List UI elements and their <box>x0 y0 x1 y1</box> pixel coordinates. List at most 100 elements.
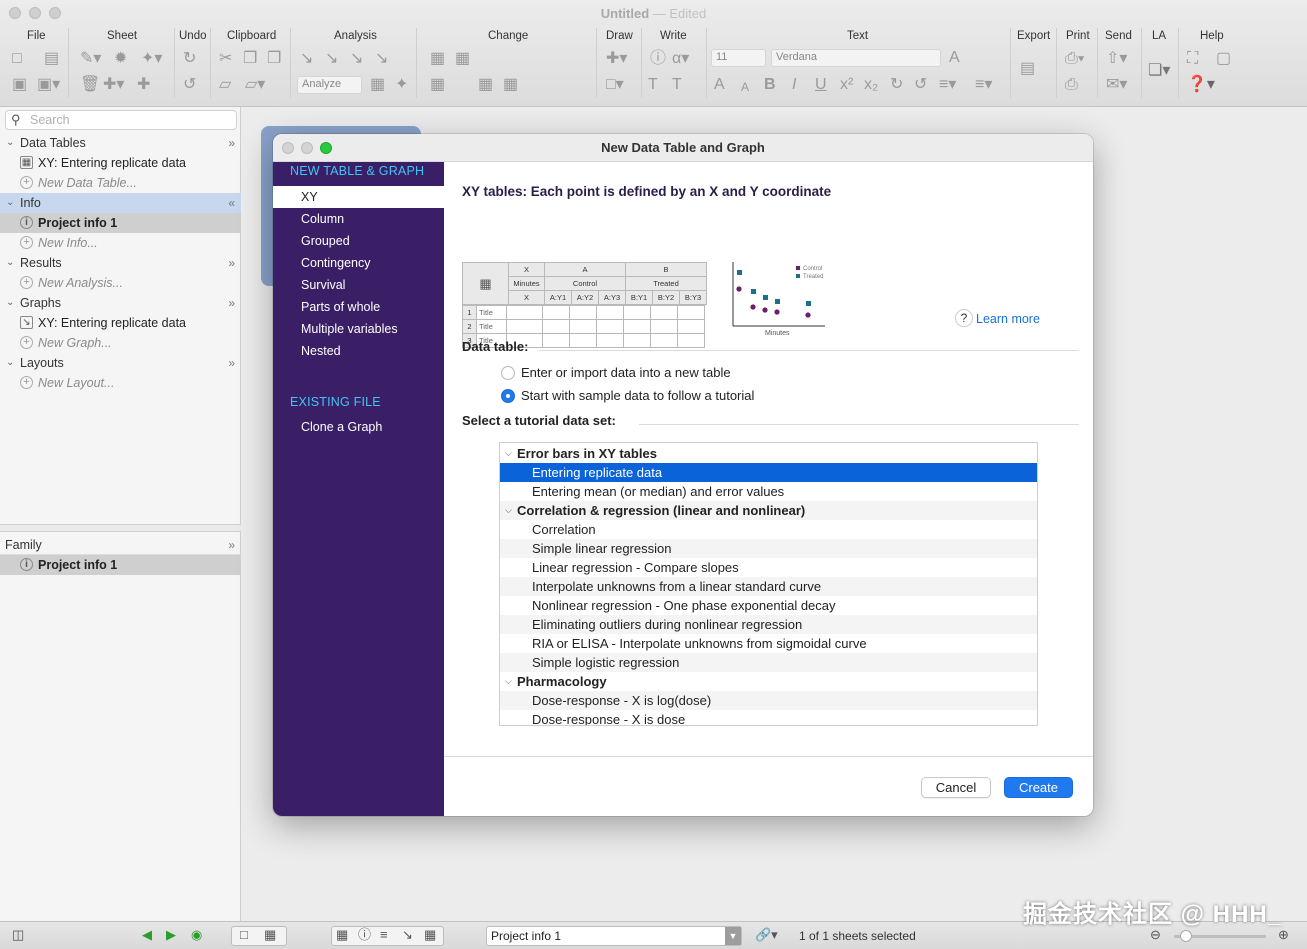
new-layout-link[interactable]: + New Layout... <box>0 373 241 393</box>
disclosure-triangle-icon[interactable]: ⌵ <box>505 501 512 520</box>
open-file-icon[interactable]: ▤ <box>44 50 59 68</box>
disclosure-triangle-icon[interactable]: ⌵ <box>505 444 512 463</box>
new-analysis-link[interactable]: + New Analysis... <box>0 273 241 293</box>
sidebar-item-project-info[interactable]: i Project info 1 <box>0 213 241 233</box>
section-data-tables[interactable]: ⌄ Data Tables » <box>0 133 241 153</box>
type-xy[interactable]: XY <box>273 186 444 208</box>
new-data-table-link[interactable]: + New Data Table... <box>0 173 241 193</box>
paste-special-icon[interactable]: ▱ <box>219 76 231 94</box>
delete-sheet-icon[interactable]: 🗑 <box>80 76 100 94</box>
zoom-slider-thumb[interactable] <box>1180 930 1192 942</box>
type-multiple-variables[interactable]: Multiple variables <box>273 318 444 340</box>
pane-splitter[interactable] <box>0 524 241 532</box>
format-icon[interactable]: ▦ <box>455 50 470 68</box>
text-t2-icon[interactable]: T <box>672 76 682 94</box>
align-icon[interactable]: ≡▾ <box>939 76 956 94</box>
wand-icon[interactable]: ✦ <box>395 76 408 94</box>
section-info[interactable]: ⌄ Info « <box>0 193 241 213</box>
change-icon[interactable]: ▦ <box>430 50 445 68</box>
tutorial-item[interactable]: Correlation <box>500 520 1037 539</box>
zoom-slider[interactable] <box>1174 930 1266 942</box>
tutorial-item[interactable]: Entering replicate data <box>500 463 1037 482</box>
cancel-button[interactable]: Cancel <box>921 777 991 798</box>
layout-icon[interactable]: ▦ <box>430 76 445 94</box>
analyze-button[interactable]: Analyze <box>297 76 362 94</box>
alpha-icon[interactable]: α▾ <box>672 50 689 68</box>
table-icon[interactable]: ▦ <box>370 76 385 94</box>
expand-icon[interactable]: » <box>228 535 235 555</box>
italic-icon[interactable]: I <box>792 76 796 94</box>
next-sheet-icon[interactable]: ▶ <box>166 928 176 942</box>
new-info-link[interactable]: + New Info... <box>0 233 241 253</box>
gallery-view-icon[interactable]: ▦ <box>264 928 276 942</box>
sheet-view-icon[interactable]: □ <box>240 928 248 942</box>
search-input[interactable]: ⚲ Search <box>5 110 237 130</box>
chart-icon[interactable]: ↘ <box>350 50 363 68</box>
tutorial-item[interactable]: Interpolate unknowns from a linear stand… <box>500 577 1037 596</box>
cut-icon[interactable]: ✂ <box>219 50 232 68</box>
undo-icon[interactable]: ↺ <box>183 76 196 94</box>
sheet-settings-icon[interactable]: ✹ <box>114 50 127 68</box>
rotate-text-icon[interactable]: ↻ <box>890 76 903 94</box>
sidebar-item-data-table[interactable]: ▦ XY: Entering replicate data <box>0 153 241 173</box>
sidebar-item-graph[interactable]: ↘ XY: Entering replicate data <box>0 313 241 333</box>
tutorial-group[interactable]: ⌵ Error bars in XY tables <box>500 444 1037 463</box>
magic-wand-icon[interactable]: ✦▾ <box>141 50 162 68</box>
font-name-select[interactable]: Verdana <box>771 49 941 67</box>
bars-icon[interactable]: ▦ <box>478 76 493 94</box>
font-smaller-icon[interactable]: A <box>741 78 749 96</box>
tutorial-item[interactable]: RIA or ELISA - Interpolate unknowns from… <box>500 634 1037 653</box>
link-icon[interactable]: 🔗▾ <box>755 928 778 942</box>
learn-icon[interactable]: ⛶ <box>1187 50 1198 68</box>
zoom-in-icon[interactable]: ⊕ <box>1278 928 1289 942</box>
frame-icon[interactable]: ▦ <box>503 76 518 94</box>
tutorial-item[interactable]: Nonlinear regression - One phase exponen… <box>500 596 1037 615</box>
data-table-tab-icon[interactable]: ▦ <box>336 928 348 942</box>
tutorial-item[interactable]: Entering mean (or median) and error valu… <box>500 482 1037 501</box>
zoom-out-icon[interactable]: ⊖ <box>1150 928 1161 942</box>
layout-tab-icon[interactable]: ▦ <box>424 928 436 942</box>
section-family[interactable]: Family » <box>0 535 241 555</box>
new-graph-link[interactable]: + New Graph... <box>0 333 241 353</box>
new-file-icon[interactable]: □ <box>12 50 22 68</box>
new-sheet-icon[interactable]: ✎▾ <box>80 50 101 68</box>
expand-icon[interactable]: » <box>228 353 235 373</box>
line-spacing-icon[interactable]: ≡▾ <box>975 76 992 94</box>
save-as-icon[interactable]: ▣▾ <box>37 76 60 94</box>
print-settings-icon[interactable]: ⎙ <box>1065 76 1078 94</box>
tutorial-group[interactable]: ⌵ Correlation & regression (linear and no… <box>500 501 1037 520</box>
tutorial-item[interactable]: Simple linear regression <box>500 539 1037 558</box>
info-tab-icon[interactable]: ⓘ <box>358 928 371 942</box>
help-icon[interactable]: ❓▾ <box>1187 76 1215 94</box>
disclosure-triangle-icon[interactable]: ⌵ <box>505 672 512 691</box>
save-icon[interactable]: ▣ <box>12 76 27 94</box>
learn-more-link[interactable]: ? Learn more <box>955 309 1040 327</box>
add-sheet-icon[interactable]: ✚▾ <box>103 76 124 94</box>
previous-sheet-icon[interactable]: ◀ <box>142 928 152 942</box>
graph-icon[interactable]: ↘ <box>300 50 313 68</box>
tutorial-item[interactable]: Linear regression - Compare slopes <box>500 558 1037 577</box>
expand-icon[interactable]: » <box>228 253 235 273</box>
sidebar-toggle-icon[interactable]: ◫ <box>12 928 24 942</box>
section-layouts[interactable]: ⌄ Layouts » <box>0 353 241 373</box>
print-icon[interactable]: ⎙▾ <box>1065 50 1085 68</box>
redo-icon[interactable]: ↻ <box>183 50 196 68</box>
tutorial-group[interactable]: ⌵ Pharmacology <box>500 672 1037 691</box>
sheet-select[interactable]: Project info 1 ▼ <box>486 926 742 946</box>
go-to-sheet-icon[interactable]: ◉ <box>191 928 202 942</box>
section-graphs[interactable]: ⌄ Graphs » <box>0 293 241 313</box>
create-button[interactable]: Create <box>1004 777 1073 798</box>
tutorial-list[interactable]: ⌵ Error bars in XY tables Entering replica… <box>499 442 1038 726</box>
font-bigger-icon[interactable]: A <box>714 76 725 94</box>
la-cube-icon[interactable]: ❏▾ <box>1148 62 1170 80</box>
radio-button[interactable] <box>501 366 515 380</box>
section-results[interactable]: ⌄ Results » <box>0 253 241 273</box>
tutorial-item[interactable]: Dose-response - X is log(dose) <box>500 691 1037 710</box>
type-parts-of-whole[interactable]: Parts of whole <box>273 296 444 318</box>
type-survival[interactable]: Survival <box>273 274 444 296</box>
help-pane-icon[interactable]: ▢ <box>1216 50 1231 68</box>
superscript-icon[interactable]: x² <box>840 76 853 94</box>
trend-icon[interactable]: ↘ <box>325 50 338 68</box>
copy-icon[interactable]: ❐ <box>243 50 257 68</box>
tutorial-item[interactable]: Dose-response - X is dose <box>500 710 1037 725</box>
